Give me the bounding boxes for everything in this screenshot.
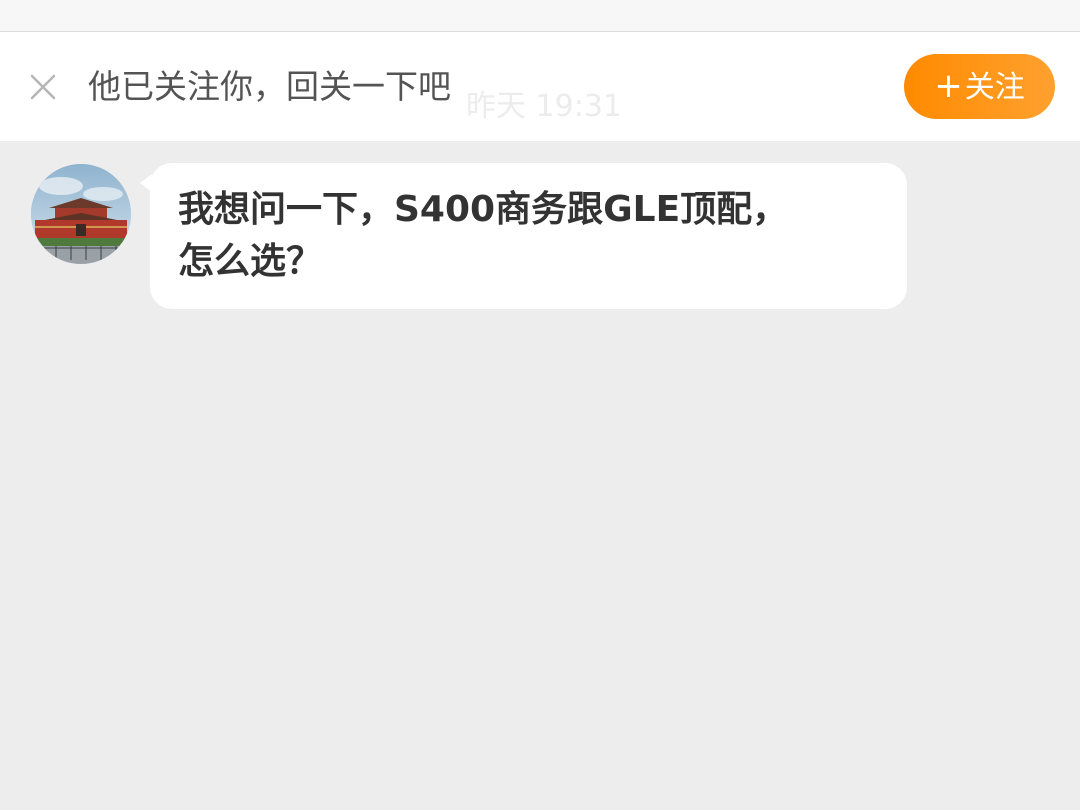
follow-button[interactable]: +关注 — [904, 54, 1055, 119]
close-icon-glyph — [30, 74, 56, 100]
follow-back-banner: 他已关注你，回关一下吧 昨天 19:31 +关注 — [0, 32, 1080, 141]
avatar-image — [31, 164, 131, 264]
message-text: 我想问一下，S400商务跟GLE顶配， 怎么选？ — [178, 189, 789, 282]
avatar[interactable] — [31, 164, 131, 264]
time-separator: 昨天 19:31 — [466, 89, 622, 124]
follow-back-prompt: 他已关注你，回关一下吧 — [88, 67, 451, 106]
plus-icon: + — [934, 66, 963, 106]
follow-button-label: 关注 — [964, 70, 1025, 105]
status-strip — [0, 0, 1080, 32]
message-bubble[interactable]: 我想问一下，S400商务跟GLE顶配， 怎么选？ — [150, 163, 907, 309]
close-icon[interactable] — [22, 66, 64, 108]
